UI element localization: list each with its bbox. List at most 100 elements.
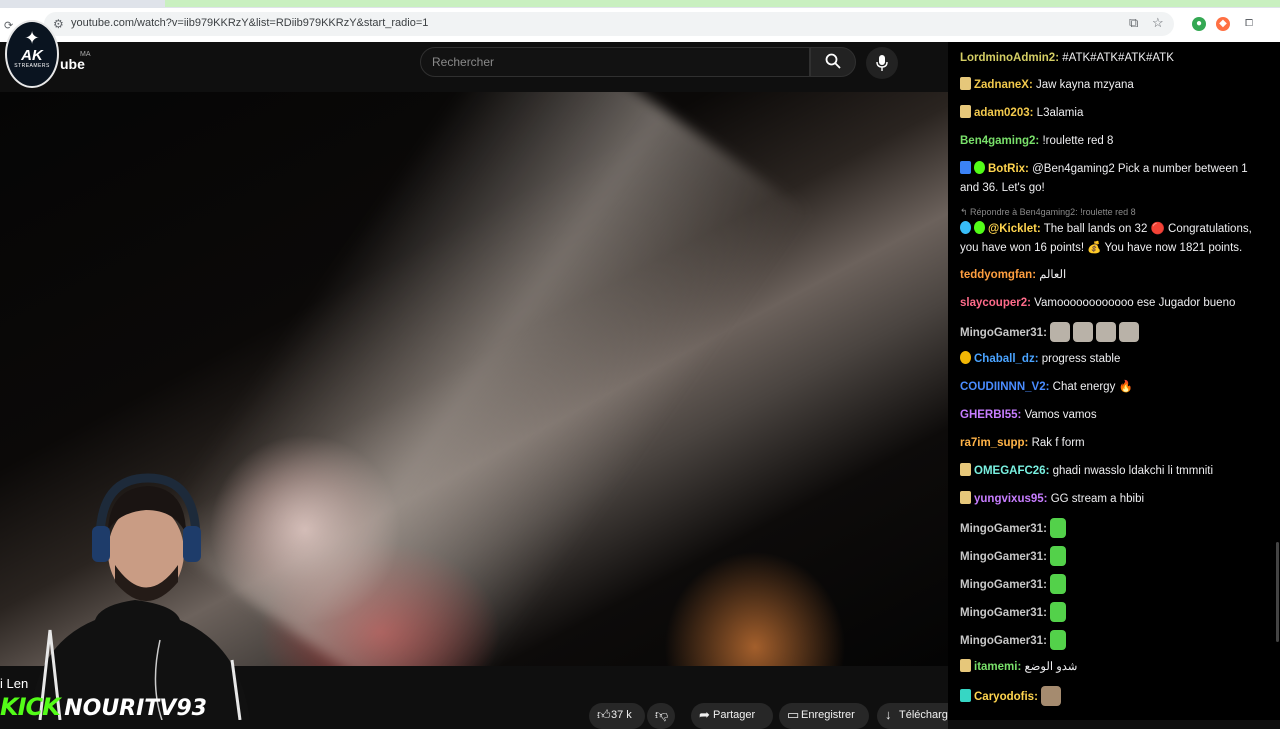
youtube-header: ube MA Rechercher [0,42,948,92]
dislike-icon: 👎︎ [655,707,669,722]
chat-username[interactable]: MingoGamer31: [960,551,1047,563]
search-button[interactable] [810,47,856,77]
share-button[interactable]: ➦ Partager [691,703,773,729]
video-actions: 👍︎ 37 k 👎︎ ➦ Partager ▭ Enregistrer ↓ Téléch… [585,703,948,729]
sub-badge-icon [960,463,971,476]
chat-username[interactable]: MingoGamer31: [960,579,1047,591]
streamers-logo: ✦ AK STREAMERS [5,20,59,88]
browser-tabstrip [0,0,1280,8]
chat-text: Rak f form [1031,437,1085,449]
pepe-emote-icon [1050,630,1067,650]
chat-username[interactable]: Ben4gaming2: [960,135,1039,147]
cat-emote-icon [1096,322,1117,342]
cast-icon[interactable]: ⧉ [1129,15,1138,31]
country-code: MA [80,51,91,58]
chat-username[interactable]: ra7im_supp: [960,437,1028,449]
chat-text: Jaw kayna mzyana [1036,79,1134,91]
chat-username[interactable]: MingoGamer31: [960,327,1047,339]
chat-text: شدو الوضع [1024,661,1078,673]
url-text: youtube.com/watch?v=iib979KKRzY&list=RDi… [71,17,429,29]
chat-username[interactable]: Caryodofis: [974,691,1038,703]
like-count: 37 k [611,709,632,721]
chat-message: Caryodofis: [960,686,1268,707]
reply-context-text: Répondre à Ben4gaming2: !roulette red 8 [970,207,1136,217]
chat-message: LordminoAdmin2: #ATK#ATK#ATK#ATK [960,48,1268,62]
chat-message: OMEGAFC26: ghadi nwasslo ldakchi li tmmn… [960,462,1268,481]
kick-label: KICK [0,693,61,721]
chat-message: ZadnaneX: Jaw kayna mzyana [960,76,1268,95]
chat-username[interactable]: adam0203: [974,107,1033,119]
chat-text: #ATK#ATK#ATK#ATK [1062,52,1174,62]
chat-username[interactable]: COUDIINNN_V2: [960,381,1049,393]
pepe-emote-icon [1050,574,1067,594]
chat-message: MingoGamer31: [960,546,1268,567]
chat-username[interactable]: GHERBI55: [960,409,1021,421]
cat-emote-icon [1119,322,1140,342]
like-icon: 👍︎ [597,707,611,722]
chat-text: L3alamia [1036,107,1084,119]
chat-panel[interactable]: LordminoAdmin2: #ATK#ATK#ATK#ATK Zadnane… [948,42,1280,720]
chat-message: @Kicklet: The ball lands on 32 🔴 Congrat… [960,220,1268,258]
chat-username[interactable]: yungvixus95: [974,493,1048,505]
chat-text: Vamos vamos [1024,409,1097,421]
og-badge-icon [960,689,971,702]
address-bar[interactable]: ⚙ youtube.com/watch?v=iib979KKRzY&list=R… [44,12,1174,36]
voice-search-button[interactable] [866,47,898,79]
chat-message: COUDIINNN_V2: Chat energy 🔥 [960,378,1268,397]
bot-badge-icon [960,161,971,174]
save-label: Enregistrer [801,709,855,721]
dislike-button[interactable]: 👎︎ [647,703,675,729]
chat-username[interactable]: MingoGamer31: [960,523,1047,535]
extension-green-icon[interactable]: ● [1192,17,1206,31]
chat-scrollbar[interactable] [1276,542,1279,642]
reply-context[interactable]: ↰ Répondre à Ben4gaming2: !roulette red … [960,207,1136,218]
overlay-partial-text: i Len [0,676,29,691]
chat-text: Chat energy 🔥 [1052,381,1133,393]
chat-username[interactable]: LordminoAdmin2: [960,52,1059,62]
search-placeholder: Rechercher [432,55,495,69]
like-button[interactable]: 👍︎ 37 k [589,703,645,729]
chat-username[interactable]: OMEGAFC26: [974,465,1049,477]
kick-channel-banner: KICK NOURITV93 [0,693,207,721]
pepe-emote-icon [1050,518,1067,538]
youtube-wordmark[interactable]: ube [60,56,85,72]
cat-emote-icon [1073,322,1094,342]
chat-message: itamemi: شدو الوضع [960,658,1268,677]
search-input[interactable]: Rechercher [420,47,810,77]
download-icon: ↓ [885,707,892,722]
chat-text: !roulette red 8 [1042,135,1114,147]
cat-emote-icon [1050,322,1071,342]
pepe-emote-icon [1050,546,1067,566]
sub-badge-icon [960,105,971,118]
chat-username[interactable]: slaycouper2: [960,297,1031,309]
chat-username[interactable]: Chaball_dz: [974,353,1039,365]
chat-username[interactable]: ZadnaneX: [974,79,1033,91]
chat-message: MingoGamer31: [960,574,1268,595]
chat-username[interactable]: itamemi: [974,661,1021,673]
chat-username[interactable]: BotRix: [988,163,1029,175]
star-icon[interactable]: ☆ [1152,15,1164,31]
save-button[interactable]: ▭ Enregistrer [779,703,869,729]
extension-orange-icon[interactable]: ◆ [1216,17,1230,31]
download-button[interactable]: ↓ Télécharg [877,703,948,729]
search-icon [825,53,841,69]
chat-message: teddyomgfan: العالم [960,266,1268,285]
chat-username[interactable]: MingoGamer31: [960,607,1047,619]
chat-message: MingoGamer31: [960,322,1268,343]
chat-username[interactable]: teddyomgfan: [960,269,1036,281]
chat-text: GG stream a hbibi [1050,493,1145,505]
chat-message: ra7im_supp: Rak f form [960,434,1268,453]
sub-badge-icon [960,77,971,90]
webcam-overlay [30,473,250,720]
chat-message: MingoGamer31: [960,602,1268,623]
download-label: Télécharg [899,709,948,721]
chat-message: Ben4gaming2: !roulette red 8 [960,132,1268,151]
extensions-icon[interactable]: ⧠ [1242,17,1256,31]
chat-text: العالم [1039,269,1067,281]
chat-username[interactable]: @Kicklet: [988,223,1041,235]
active-tab-indicator [165,0,1280,7]
save-icon: ▭ [787,707,800,722]
chat-message: BotRix: @Ben4gaming2 Pick a number betwe… [960,160,1268,198]
share-label: Partager [713,709,756,721]
chat-username[interactable]: MingoGamer31: [960,635,1047,647]
